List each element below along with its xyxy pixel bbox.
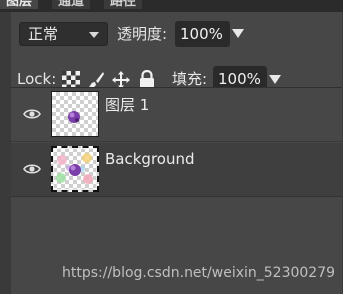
- tab-layers[interactable]: 图层: [0, 0, 40, 9]
- panel-tabs: 图层 通道 路径: [0, 0, 343, 12]
- chevron-down-icon: [89, 32, 99, 38]
- layer-name: 图层 1: [105, 96, 150, 114]
- eye-icon[interactable]: [23, 108, 41, 120]
- watermark: https://blog.csdn.net/weixin_52300279: [62, 265, 336, 281]
- fill-dropdown-icon[interactable]: [269, 75, 281, 84]
- tab-channels[interactable]: 通道: [52, 0, 92, 9]
- blend-opacity-row: 正常 透明度: 100%: [17, 21, 337, 47]
- opacity-dropdown-icon[interactable]: [232, 29, 244, 38]
- blend-mode-value: 正常: [28, 25, 59, 43]
- blend-mode-select[interactable]: 正常: [19, 22, 108, 46]
- layer-name: Background: [105, 150, 195, 168]
- padlock-icon[interactable]: [138, 70, 156, 88]
- layer-row-background[interactable]: Background: [11, 143, 343, 197]
- left-edge: [0, 12, 11, 294]
- layer-thumbnail-art: [56, 153, 93, 184]
- opacity-field[interactable]: 100%: [175, 21, 230, 47]
- layer-thumbnail: [51, 91, 99, 137]
- eye-icon[interactable]: [23, 163, 41, 175]
- opacity-label: 透明度:: [117, 25, 168, 43]
- layer-thumbnail: [51, 146, 99, 192]
- tab-paths[interactable]: 路径: [104, 0, 144, 9]
- layer-row-layer1[interactable]: 图层 1: [11, 88, 343, 142]
- layer-thumbnail-art: [68, 111, 80, 123]
